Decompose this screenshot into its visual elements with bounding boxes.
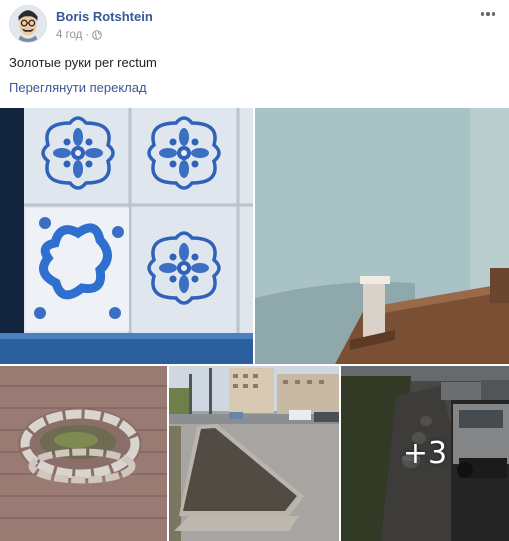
avatar-icon xyxy=(10,6,46,42)
photo-paving[interactable] xyxy=(0,366,167,541)
see-translation-link[interactable]: Переглянути переклад xyxy=(9,80,147,95)
photo-parking-lot[interactable] xyxy=(169,366,339,541)
photo-tiles[interactable] xyxy=(0,108,253,364)
globe-icon[interactable] xyxy=(92,30,103,40)
photo-sidewalk[interactable]: +3 xyxy=(341,366,509,541)
meta-separator: · xyxy=(85,29,90,41)
post-meta: 4 год · xyxy=(56,29,103,41)
post-header: Boris Rotshtein 4 год · xyxy=(0,0,509,50)
more-photos-overlay[interactable]: +3 xyxy=(341,366,509,541)
post-time[interactable]: 4 год xyxy=(56,29,82,41)
author-avatar[interactable] xyxy=(9,5,47,43)
photo-stairwell[interactable] xyxy=(255,108,509,364)
more-options-icon[interactable] xyxy=(477,6,499,22)
more-photos-count: +3 xyxy=(402,436,448,471)
author-name[interactable]: Boris Rotshtein xyxy=(56,9,153,24)
post-text: Золотые руки per rectum xyxy=(9,55,157,70)
